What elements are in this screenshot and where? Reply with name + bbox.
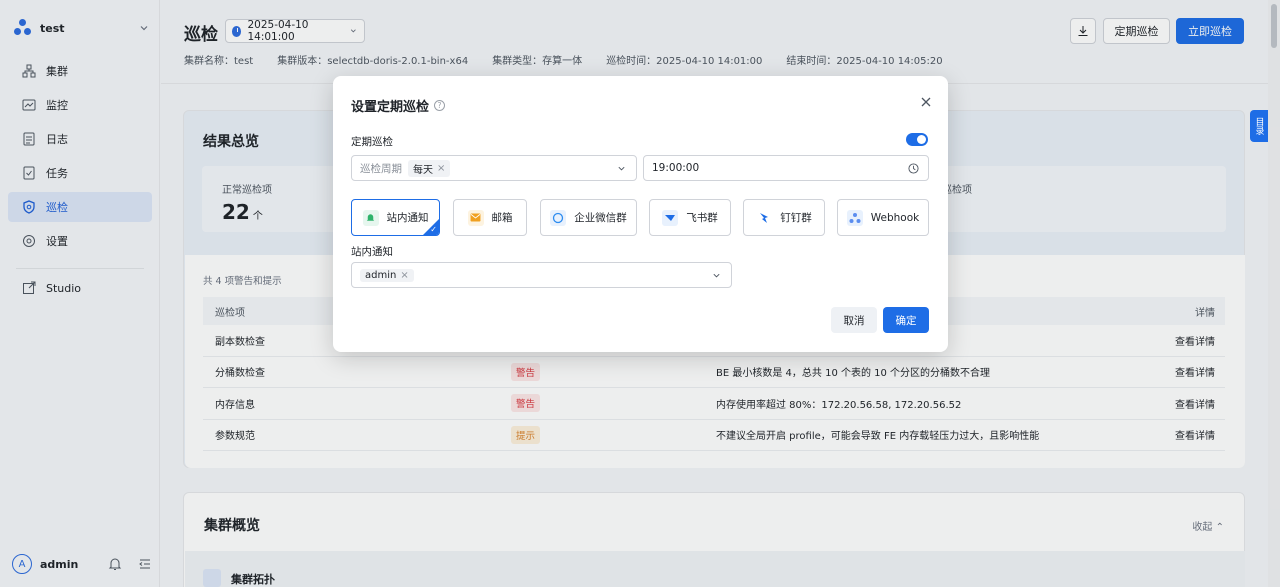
schedule-toggle[interactable] — [906, 133, 928, 146]
modal-title: 设置定期巡检 ? — [351, 96, 446, 115]
period-select[interactable]: 巡检周期 每天 × — [351, 155, 637, 181]
tag-close-icon[interactable]: × — [400, 270, 408, 281]
period-tag: 每天 × — [408, 159, 451, 177]
channel-label: 邮箱 — [491, 212, 513, 224]
time-value: 19:00:00 — [652, 162, 700, 174]
mail-icon — [467, 209, 484, 226]
channel-label: 飞书群 — [686, 212, 718, 224]
webhook-icon — [846, 209, 863, 226]
channel-site-notification[interactable]: 站内通知 ✓ — [351, 199, 440, 236]
bell-icon — [362, 209, 379, 226]
channel-feishu[interactable]: 飞书群 — [649, 199, 731, 236]
chevron-down-icon — [618, 166, 625, 171]
channel-email[interactable]: 邮箱 — [453, 199, 527, 236]
notify-recipient-select[interactable]: admin × — [351, 262, 732, 288]
recipient-tag-label: admin — [365, 269, 397, 281]
feishu-icon — [662, 209, 679, 226]
period-tag-label: 每天 — [413, 164, 433, 176]
help-icon[interactable]: ? — [434, 100, 446, 111]
cancel-button[interactable]: 取消 — [831, 307, 877, 333]
schedule-label: 定期巡检 — [351, 136, 393, 148]
toc-tab[interactable]: 目录 — [1250, 110, 1268, 142]
tag-close-icon[interactable]: × — [437, 163, 445, 174]
clock-icon — [908, 163, 919, 174]
channel-wecom[interactable]: 企业微信群 — [540, 199, 637, 236]
wecom-icon — [550, 209, 567, 226]
schedule-inspection-modal: 设置定期巡检 ? 定期巡检 巡检周期 每天 × 19:00:00 站内通知 ✓ 邮… — [333, 76, 948, 352]
channel-dingtalk[interactable]: 钉钉群 — [743, 199, 825, 236]
modal-title-text: 设置定期巡检 — [351, 100, 430, 115]
channel-label: 企业微信群 — [574, 212, 627, 224]
confirm-button[interactable]: 确定 — [883, 307, 929, 333]
dingtalk-icon — [756, 209, 773, 226]
channel-webhook[interactable]: Webhook — [837, 199, 929, 236]
time-picker[interactable]: 19:00:00 — [643, 155, 929, 181]
period-prefix: 巡检周期 — [360, 162, 402, 175]
notify-label: 站内通知 — [351, 246, 393, 258]
chevron-down-icon — [713, 273, 720, 278]
recipient-tag: admin × — [360, 268, 414, 282]
channel-label: 钉钉群 — [780, 212, 812, 224]
close-icon[interactable] — [920, 96, 932, 108]
check-icon: ✓ — [430, 225, 437, 234]
channel-label: Webhook — [870, 211, 920, 224]
